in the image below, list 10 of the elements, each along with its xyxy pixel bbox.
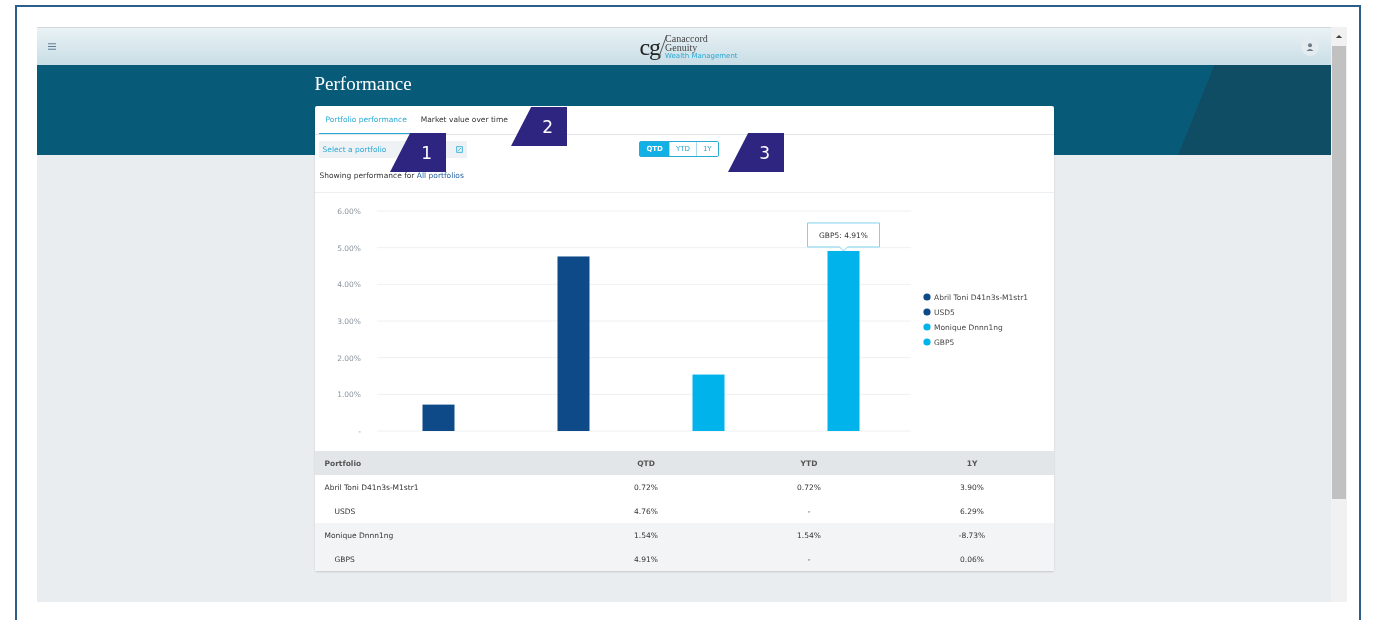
scrollbar[interactable] — [1331, 27, 1347, 602]
bar — [422, 404, 454, 431]
scrollbar-thumb[interactable] — [1332, 46, 1346, 499]
edit-icon — [455, 145, 463, 153]
user-avatar[interactable] — [1301, 37, 1319, 56]
scroll-up-icon[interactable] — [1335, 34, 1343, 39]
menu-icon[interactable] — [48, 43, 56, 50]
bar — [692, 374, 724, 431]
person-icon — [1305, 41, 1315, 52]
page-title: Performance — [314, 74, 413, 96]
